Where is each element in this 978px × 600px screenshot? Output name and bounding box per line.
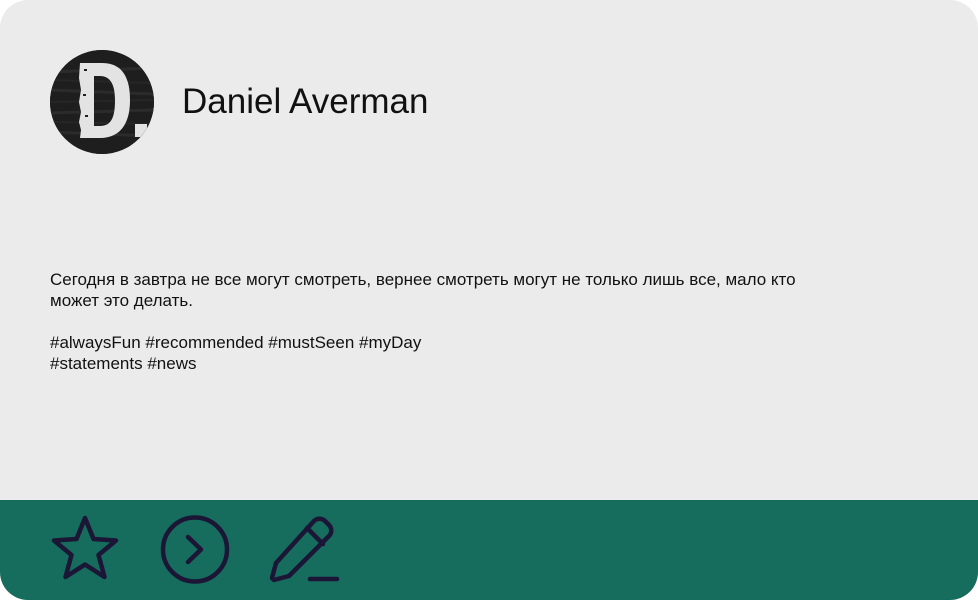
post-text-line: Сегодня в завтра не все могут смотреть, … bbox=[50, 270, 796, 289]
post-body: Сегодня в завтра не все могут смотреть, … bbox=[50, 269, 880, 374]
edit-button[interactable] bbox=[268, 513, 342, 587]
author-avatar[interactable] bbox=[50, 50, 154, 154]
author-logo-icon bbox=[50, 50, 154, 154]
hashtags-line: #statements #news bbox=[50, 354, 197, 373]
author-name[interactable]: Daniel Averman bbox=[182, 80, 428, 124]
post-card: Daniel Averman Сегодня в завтра не все м… bbox=[0, 0, 978, 600]
favorite-button[interactable] bbox=[48, 513, 122, 587]
hashtags-line: #alwaysFun #recommended #mustSeen #myDay bbox=[50, 333, 422, 352]
star-icon bbox=[51, 515, 119, 580]
open-post-button[interactable] bbox=[158, 513, 232, 587]
pencil-edit-icon bbox=[269, 516, 340, 583]
action-bar bbox=[0, 500, 978, 600]
chevron-right-circle-icon bbox=[160, 515, 230, 584]
post-text-line: может это делать. bbox=[50, 291, 193, 310]
